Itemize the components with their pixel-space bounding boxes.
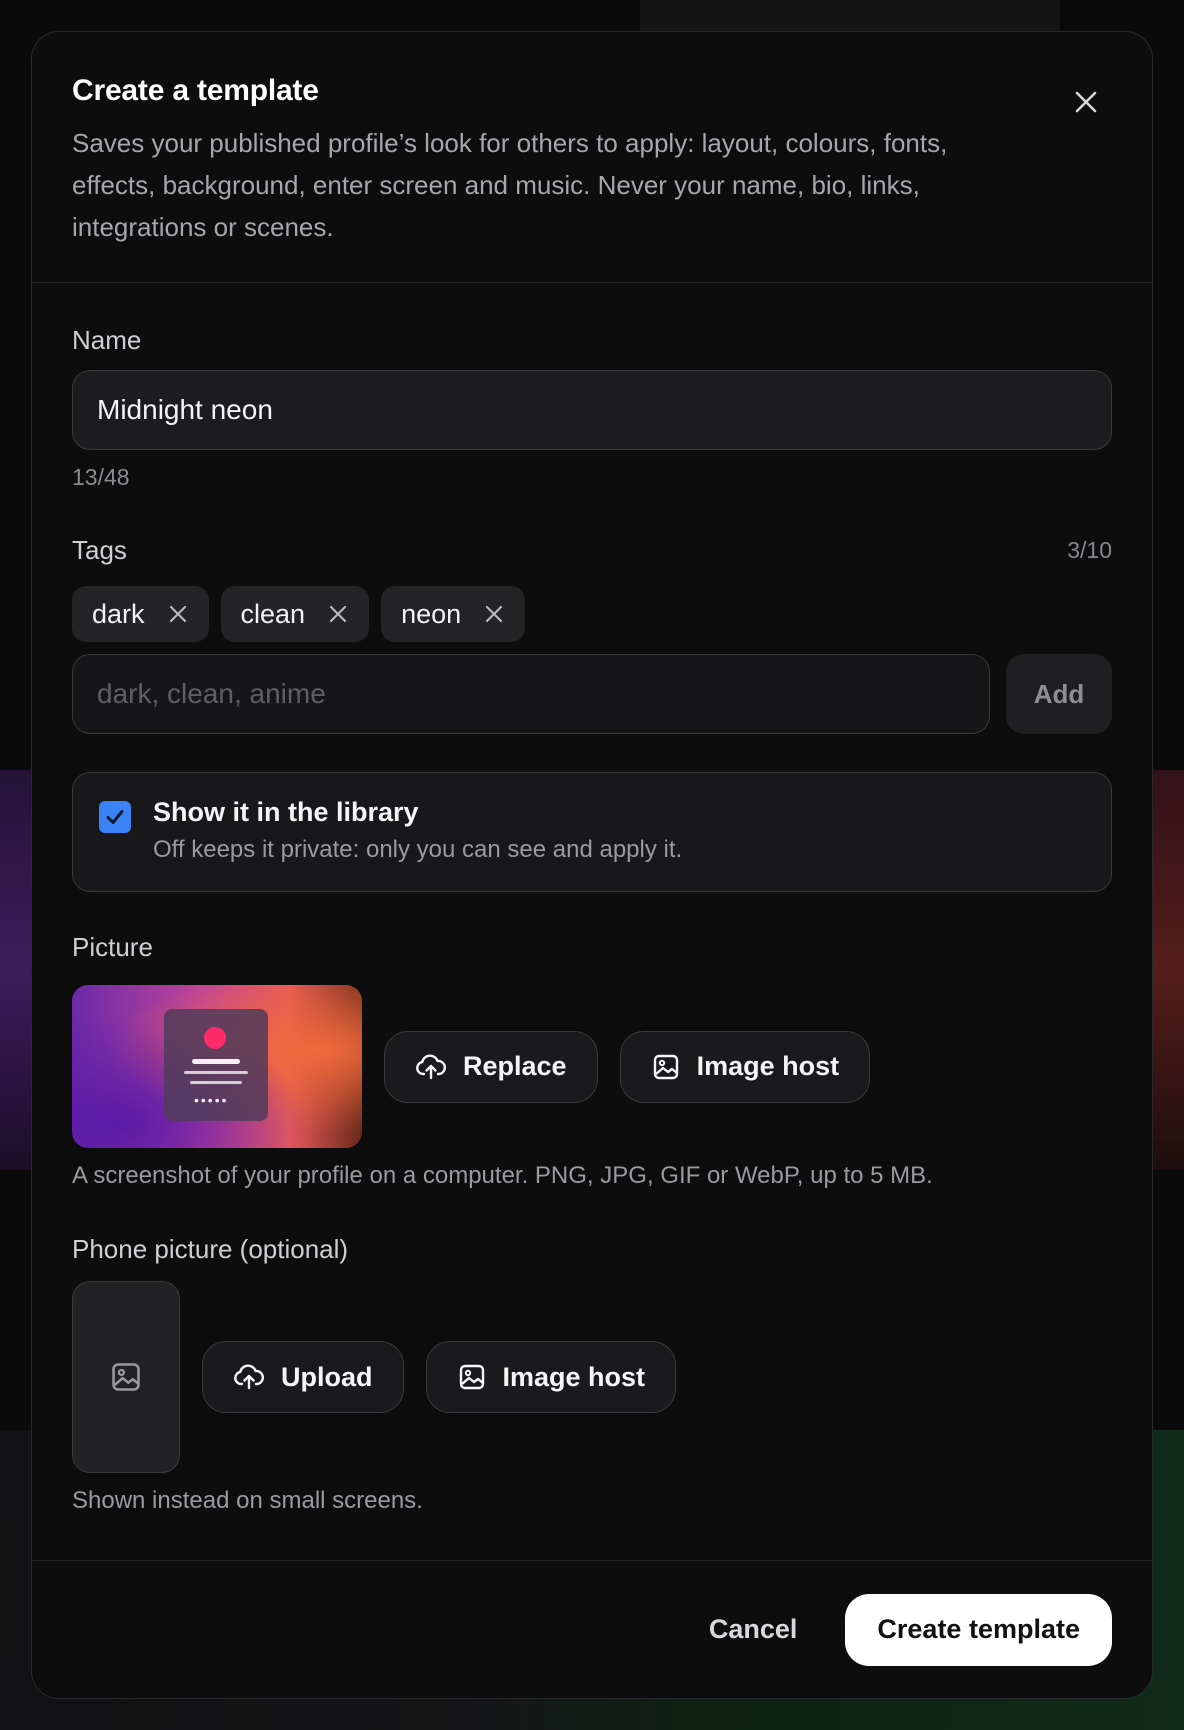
remove-tag-button[interactable] <box>167 603 189 625</box>
phone-picture-label: Phone picture (optional) <box>72 1234 349 1264</box>
picture-label: Picture <box>72 932 153 962</box>
x-icon <box>486 605 503 623</box>
tag-input-placeholder: dark, clean, anime <box>97 678 326 709</box>
x-icon <box>169 605 186 623</box>
phone-picture-row: Upload Image host <box>72 1281 1112 1473</box>
close-icon <box>1075 91 1097 113</box>
name-label: Name <box>72 325 142 355</box>
phone-picture-placeholder[interactable] <box>72 1281 180 1473</box>
tags-label: Tags <box>72 535 127 565</box>
dialog-title: Create a template <box>72 74 319 107</box>
phone-picture-hint: Shown instead on small screens. <box>72 1487 423 1514</box>
replace-picture-button[interactable]: Replace <box>384 1030 598 1103</box>
remove-tag-button[interactable] <box>327 603 349 625</box>
close-button[interactable] <box>1068 84 1104 120</box>
picture-image-host-button[interactable]: Image host <box>619 1030 871 1103</box>
name-counter: 13/48 <box>72 464 130 490</box>
phone-image-host-label: Image host <box>502 1361 646 1392</box>
tag-chip: clean <box>220 586 370 642</box>
show-in-library-title: Show it in the library <box>153 797 419 827</box>
tags-counter: 3/10 <box>1067 537 1112 563</box>
dialog-header: Create a template Saves your published p… <box>32 32 1152 283</box>
image-icon <box>653 1054 678 1079</box>
dialog-footer: Cancel Create template <box>32 1560 1152 1698</box>
show-in-library-text: Show it in the library Off keeps it priv… <box>153 797 682 864</box>
picture-hint: A screenshot of your profile on a comput… <box>72 1162 933 1189</box>
upload-phone-picture-label: Upload <box>281 1361 373 1392</box>
show-in-library-subtitle: Off keeps it private: only you can see a… <box>153 836 683 863</box>
replace-picture-label: Replace <box>463 1051 567 1081</box>
tag-chip-label: clean <box>240 598 306 629</box>
tags-header: Tags 3/10 <box>72 535 1112 566</box>
name-input[interactable]: Midnight neon <box>72 370 1112 450</box>
create-template-dialog: Create a template Saves your published p… <box>31 31 1153 1699</box>
remove-tag-button[interactable] <box>483 603 505 625</box>
cancel-button[interactable]: Cancel <box>709 1614 798 1645</box>
dialog-body: Name Midnight neon 13/48 Tags 3/10 dark … <box>32 283 1152 1515</box>
preview-line <box>190 1081 242 1084</box>
tag-chips: dark clean neon <box>72 586 1112 642</box>
upload-phone-picture-button[interactable]: Upload <box>202 1341 404 1413</box>
tag-input-row: dark, clean, anime Add <box>72 654 1112 734</box>
add-tag-button[interactable]: Add <box>1006 654 1112 734</box>
cloud-upload-icon <box>234 1364 264 1390</box>
phone-image-host-button[interactable]: Image host <box>425 1341 677 1413</box>
dialog-description: Saves your published profile’s look for … <box>72 128 948 242</box>
picture-preview: ••••• <box>72 985 362 1148</box>
name-input-value: Midnight neon <box>97 394 273 425</box>
preview-profile-card: ••••• <box>164 1009 268 1121</box>
preview-line <box>192 1059 240 1064</box>
image-icon <box>459 1364 484 1390</box>
show-in-library-option[interactable]: Show it in the library Off keeps it priv… <box>72 772 1112 892</box>
create-template-button[interactable]: Create template <box>845 1593 1112 1666</box>
picture-row: ••••• Replace Image host <box>72 985 1112 1148</box>
preview-dots: ••••• <box>194 1092 229 1108</box>
tag-chip-label: neon <box>401 598 462 629</box>
check-icon <box>106 810 124 824</box>
cloud-upload-icon <box>416 1053 446 1079</box>
tag-chip-label: dark <box>92 598 145 629</box>
tag-input[interactable]: dark, clean, anime <box>72 654 990 734</box>
preview-avatar <box>204 1027 226 1049</box>
x-icon <box>329 605 347 623</box>
tag-chip: dark <box>72 586 209 642</box>
tag-chip: neon <box>381 586 526 642</box>
show-in-library-checkbox[interactable] <box>99 801 131 833</box>
picture-image-host-label: Image host <box>696 1051 840 1081</box>
image-icon <box>112 1363 140 1391</box>
preview-line <box>184 1071 248 1074</box>
